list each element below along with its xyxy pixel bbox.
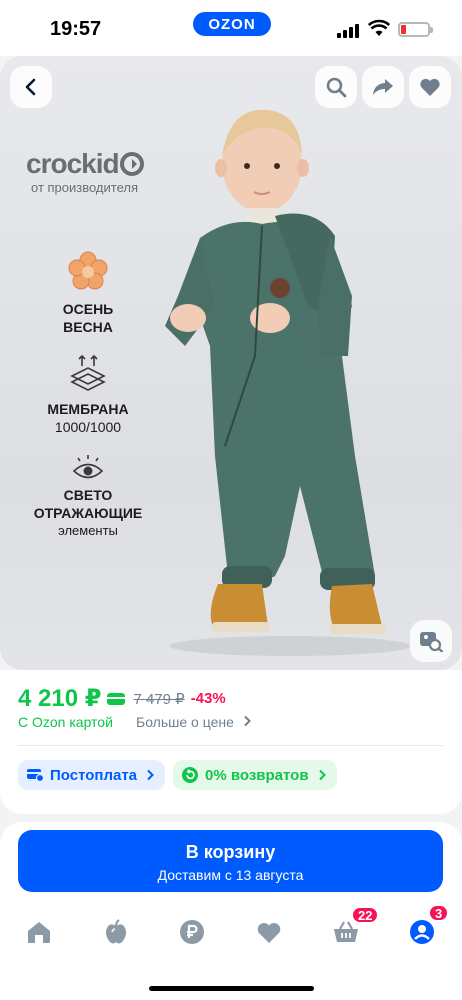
tab-fresh[interactable]	[94, 910, 138, 954]
ozon-logo-pill: OZON	[193, 12, 271, 36]
add-to-cart-label: В корзину	[185, 842, 276, 862]
price-row: 4 210 ₽ 7 479 ₽ -43%	[18, 684, 226, 713]
basket-icon	[334, 921, 358, 942]
feature-membrane: МЕМБРАНА 1000/1000	[18, 354, 158, 436]
brand-subtitle: от производителя	[31, 180, 139, 195]
product-image-gallery[interactable]: crockid от производителя ОСЕНЬ ВЕСНА МЕМ…	[0, 56, 462, 670]
ruble-icon	[180, 920, 204, 944]
favorite-button[interactable]	[409, 66, 451, 108]
clock: 19:57	[50, 18, 102, 40]
tab-home[interactable]	[17, 910, 61, 954]
tab-favorites[interactable]	[247, 910, 291, 954]
wifi-icon	[367, 19, 391, 42]
ozon-card-label: С Ozon картой	[18, 714, 113, 730]
returns-chip[interactable]: 0% возвратов	[173, 760, 337, 790]
price-card: 4 210 ₽ 7 479 ₽ -43% С Ozon картой Больш…	[0, 670, 462, 814]
image-search-icon	[420, 632, 443, 652]
home-indicator	[149, 986, 314, 991]
share-arrow-icon	[373, 79, 393, 95]
divider	[18, 745, 444, 746]
chevron-right-icon	[244, 715, 251, 727]
flower-icon	[68, 251, 108, 290]
postpay-chip[interactable]: Постоплата	[18, 760, 166, 790]
tab-profile[interactable]: 3	[400, 904, 450, 954]
search-icon	[326, 77, 347, 98]
heart-icon	[420, 78, 440, 96]
old-price: 7 479 ₽	[133, 690, 185, 708]
feature-season-line2: ВЕСНА	[63, 319, 113, 335]
tab-finance[interactable]	[170, 910, 214, 954]
chevron-right-icon	[147, 769, 154, 781]
brand-logo: crockid	[26, 148, 144, 180]
back-button[interactable]	[10, 66, 52, 108]
delivery-date: Доставим с 13 августа	[157, 867, 304, 883]
cart-count-badge: 22	[351, 906, 380, 924]
eye-icon	[72, 455, 104, 479]
heart-icon	[257, 922, 281, 943]
ozon-card-icon	[107, 692, 126, 705]
battery-icon	[398, 22, 433, 37]
add-to-cart-button[interactable]: В корзину Доставим с 13 августа	[18, 830, 443, 892]
feature-reflective-sub: элементы	[58, 523, 118, 538]
similar-search-button[interactable]	[410, 620, 452, 662]
brand-mark-icon	[119, 152, 144, 176]
postpay-label: Постоплата	[50, 766, 138, 784]
brand-name: crockid	[26, 148, 120, 179]
signal-icon	[337, 24, 359, 38]
feature-reflective-line2: ОТРАЖАЮЩИЕ	[33, 505, 143, 521]
apple-icon	[106, 919, 126, 944]
profile-count-badge: 3	[428, 904, 450, 922]
more-about-price-link[interactable]: Больше о цене	[136, 714, 252, 730]
feature-reflective: СВЕТО ОТРАЖАЮЩИЕ элементы	[18, 454, 158, 539]
more-about-price-label: Больше о цене	[136, 714, 234, 730]
tab-cart[interactable]: 22	[324, 906, 380, 954]
membrane-icon	[70, 354, 106, 391]
feature-reflective-line1: СВЕТО	[63, 487, 113, 503]
chevron-left-icon	[25, 78, 36, 96]
price: 4 210 ₽	[18, 685, 102, 712]
home-icon	[28, 922, 50, 943]
tab-bar: 22 3	[0, 904, 462, 960]
returns-label: 0% возвратов	[205, 766, 309, 784]
profile-icon	[410, 920, 434, 944]
feature-season-line1: ОСЕНЬ	[62, 301, 114, 317]
return-icon	[182, 767, 198, 783]
feature-membrane-line1: МЕМБРАНА	[47, 401, 129, 417]
status-bar: 19:57 OZON	[0, 0, 462, 56]
feature-membrane-line2: 1000/1000	[54, 419, 122, 435]
postpay-icon	[27, 769, 44, 782]
chevron-right-icon	[318, 769, 326, 781]
bottom-panel: В корзину Доставим с 13 августа 22 3	[0, 822, 462, 1000]
discount: -43%	[190, 690, 226, 707]
share-button[interactable]	[362, 66, 404, 108]
search-button[interactable]	[315, 66, 357, 108]
feature-season: ОСЕНЬ ВЕСНА	[18, 250, 158, 336]
